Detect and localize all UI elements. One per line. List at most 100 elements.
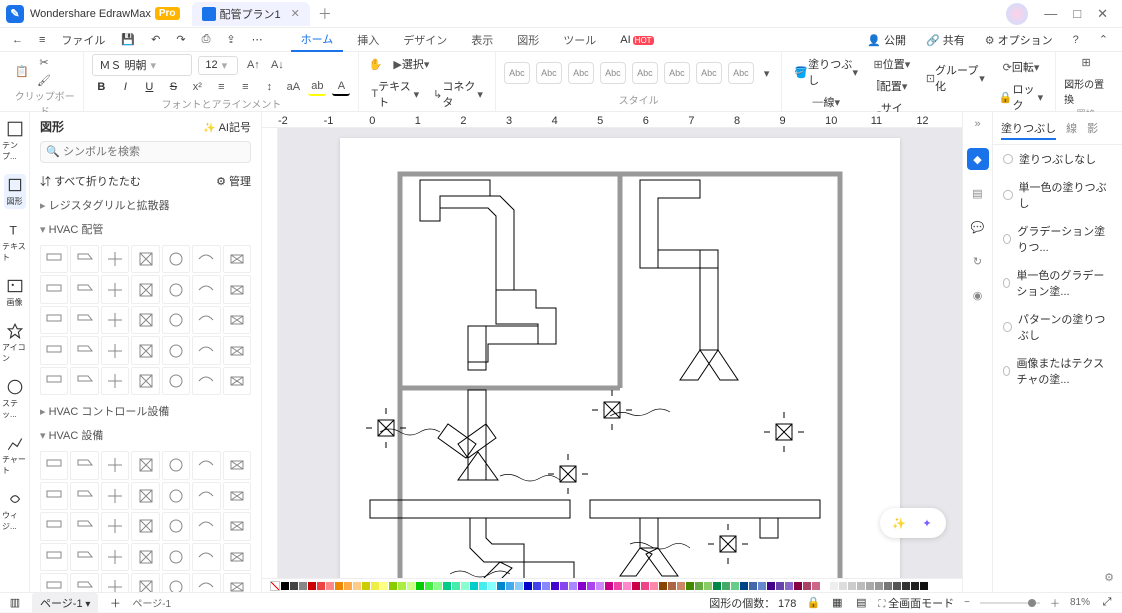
symbol-cell[interactable] bbox=[162, 543, 190, 571]
zoom-out[interactable]: − bbox=[964, 597, 970, 608]
undo-button[interactable]: ↶ bbox=[145, 30, 166, 49]
symbol-cell[interactable] bbox=[162, 451, 190, 479]
color-swatch[interactable] bbox=[839, 582, 847, 590]
symbol-cell[interactable] bbox=[131, 482, 159, 510]
share-button[interactable]: 🔗 共有 bbox=[918, 29, 973, 51]
font-size-select[interactable]: 12▾ bbox=[198, 56, 238, 75]
symbol-cell[interactable] bbox=[223, 336, 251, 364]
symbol-cell[interactable] bbox=[101, 451, 129, 479]
export-button[interactable]: ⇪ bbox=[220, 30, 241, 49]
assistant-icon[interactable] bbox=[1006, 3, 1028, 25]
collapse-right-panel[interactable]: » bbox=[974, 118, 980, 130]
style-chip[interactable]: Abc bbox=[568, 62, 594, 84]
color-swatch[interactable] bbox=[875, 582, 883, 590]
fill-style-tab-icon[interactable]: ◆ bbox=[967, 148, 989, 170]
symbol-cell[interactable] bbox=[223, 543, 251, 571]
options-button[interactable]: ⚙ オプション bbox=[977, 29, 1061, 51]
symbol-search-input[interactable] bbox=[40, 141, 251, 163]
text-button[interactable]: T テキスト ▾ bbox=[367, 76, 423, 112]
zoom-in[interactable]: ＋ bbox=[1050, 595, 1060, 610]
tab-home[interactable]: ホーム bbox=[291, 28, 344, 52]
color-swatch[interactable] bbox=[380, 582, 388, 590]
color-swatch[interactable] bbox=[776, 582, 784, 590]
symbol-cell[interactable] bbox=[70, 275, 98, 303]
page-list-icon[interactable]: ▥ bbox=[8, 596, 22, 610]
symbol-cell[interactable] bbox=[70, 482, 98, 510]
color-swatch[interactable] bbox=[443, 582, 451, 590]
color-swatch[interactable] bbox=[821, 582, 829, 590]
fill-option[interactable]: グラデーション塗りつ... bbox=[993, 217, 1122, 261]
symbol-cell[interactable] bbox=[101, 512, 129, 540]
add-tab-button[interactable]: ＋ bbox=[318, 4, 332, 24]
select-button[interactable]: ▶ 選択 ▾ bbox=[389, 54, 433, 74]
color-swatch[interactable] bbox=[416, 582, 424, 590]
super-button[interactable]: x² bbox=[188, 78, 206, 96]
color-swatch[interactable] bbox=[371, 582, 379, 590]
decrease-font-icon[interactable]: A↓ bbox=[268, 56, 286, 74]
color-swatch[interactable] bbox=[704, 582, 712, 590]
rp-tab-line[interactable]: 線 bbox=[1066, 120, 1077, 140]
color-swatch[interactable] bbox=[290, 582, 298, 590]
paste-icon[interactable]: 📋 bbox=[14, 63, 30, 79]
symbol-cell[interactable] bbox=[192, 512, 220, 540]
underline-button[interactable]: U bbox=[140, 78, 158, 96]
rail-shapes[interactable]: 図形 bbox=[4, 174, 26, 209]
color-swatch[interactable] bbox=[767, 582, 775, 590]
color-swatch[interactable] bbox=[407, 582, 415, 590]
tab-design[interactable]: デザイン bbox=[393, 29, 457, 51]
rail-text[interactable]: Tテキスト bbox=[0, 219, 29, 265]
fold-all[interactable]: ⇵ すべて折りたたむ bbox=[40, 173, 141, 189]
color-swatch[interactable] bbox=[857, 582, 865, 590]
color-swatch[interactable] bbox=[596, 582, 604, 590]
symbol-cell[interactable] bbox=[70, 451, 98, 479]
color-swatch[interactable] bbox=[713, 582, 721, 590]
color-swatch[interactable] bbox=[650, 582, 658, 590]
symbol-cell[interactable] bbox=[101, 336, 129, 364]
color-swatch[interactable] bbox=[794, 582, 802, 590]
symbol-cell[interactable] bbox=[101, 275, 129, 303]
add-page-button[interactable]: ＋ bbox=[108, 596, 122, 610]
lock-button[interactable]: 🔒 ロック ▾ bbox=[995, 79, 1047, 115]
tab-ai[interactable]: AIHOT bbox=[610, 31, 663, 49]
color-swatch[interactable] bbox=[497, 582, 505, 590]
color-swatch[interactable] bbox=[911, 582, 919, 590]
color-swatch[interactable] bbox=[632, 582, 640, 590]
rail-sticker[interactable]: ステッ... bbox=[0, 376, 29, 422]
symbol-cell[interactable] bbox=[70, 245, 98, 273]
color-swatch[interactable] bbox=[641, 582, 649, 590]
color-swatch[interactable] bbox=[560, 582, 568, 590]
style-chip[interactable]: Abc bbox=[728, 62, 754, 84]
symbol-cell[interactable] bbox=[192, 573, 220, 592]
back-button[interactable]: ← bbox=[6, 31, 29, 49]
grid-icon[interactable]: ▦ bbox=[830, 596, 844, 610]
symbol-cell[interactable] bbox=[192, 275, 220, 303]
color-swatch[interactable] bbox=[785, 582, 793, 590]
ai-magic-button[interactable]: ✨ bbox=[888, 512, 910, 534]
fit-icon[interactable]: ⤢ bbox=[1100, 596, 1114, 610]
manage-symbols[interactable]: ⚙ 管理 bbox=[216, 173, 251, 189]
file-menu[interactable]: ファイル bbox=[55, 29, 111, 51]
publish-button[interactable]: 👤 公開 bbox=[859, 29, 914, 51]
page-icon[interactable]: ▤ bbox=[854, 596, 868, 610]
fill-option[interactable]: 単一色のグラデーション塗... bbox=[993, 261, 1122, 305]
color-swatch[interactable] bbox=[425, 582, 433, 590]
drawing-page[interactable] bbox=[340, 138, 900, 578]
fill-option[interactable]: 塗りつぶしなし bbox=[993, 145, 1122, 173]
symbol-cell[interactable] bbox=[223, 367, 251, 395]
color-swatch[interactable] bbox=[722, 582, 730, 590]
color-swatch[interactable] bbox=[533, 582, 541, 590]
symbol-cell[interactable] bbox=[223, 451, 251, 479]
collapse-ribbon[interactable]: ⌃ bbox=[1091, 30, 1116, 49]
fullscreen-button[interactable]: ⛶ 全画面モード bbox=[878, 595, 954, 611]
close-tab-icon[interactable]: ✕ bbox=[291, 7, 300, 20]
symbol-cell[interactable] bbox=[70, 306, 98, 334]
color-swatch[interactable] bbox=[830, 582, 838, 590]
rp-tab-fill[interactable]: 塗りつぶし bbox=[1001, 120, 1056, 140]
bullet-button[interactable]: ≡ bbox=[212, 78, 230, 96]
italic-button[interactable]: I bbox=[116, 78, 134, 96]
category-registers[interactable]: レジスタグリルと拡散器 bbox=[30, 193, 261, 217]
save-icon[interactable]: 💾 bbox=[115, 30, 141, 49]
color-swatch[interactable] bbox=[884, 582, 892, 590]
color-swatch[interactable] bbox=[569, 582, 577, 590]
symbol-cell[interactable] bbox=[40, 482, 68, 510]
